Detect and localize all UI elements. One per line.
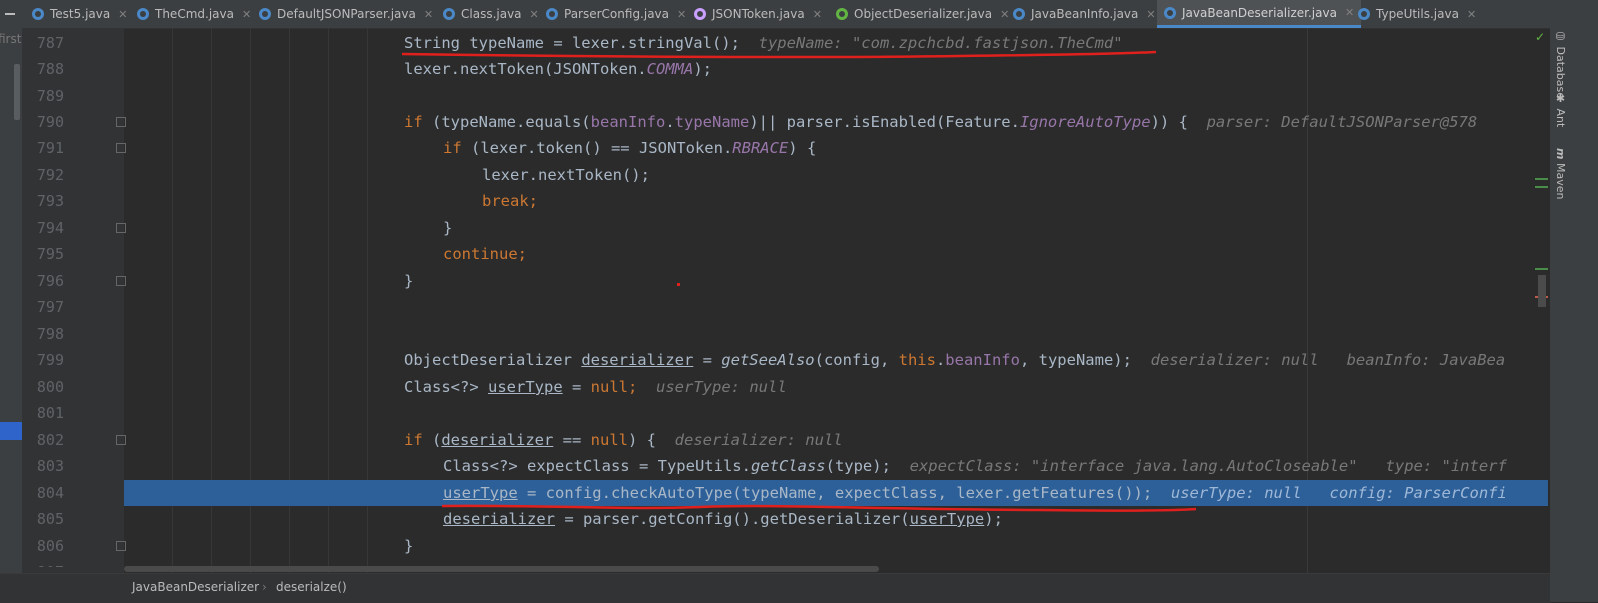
check-icon: ✓ — [1535, 30, 1546, 44]
close-icon[interactable]: ✕ — [1345, 6, 1354, 19]
class-icon — [32, 8, 44, 20]
line-number: 787 — [36, 34, 64, 52]
change-marker — [1535, 268, 1548, 270]
close-icon[interactable]: ✕ — [813, 8, 822, 21]
left-tool-strip: first — [0, 28, 22, 593]
close-icon[interactable]: ✕ — [424, 8, 433, 21]
breadcrumb-class[interactable]: JavaBeanDeserializer — [132, 580, 259, 594]
code-line-795[interactable]: continue; — [124, 241, 1548, 267]
code-line-792[interactable]: lexer.nextToken(); — [124, 162, 1548, 188]
code-line-796[interactable]: } — [124, 268, 1548, 294]
line-number: 791 — [36, 139, 64, 157]
debug-value-hint: expectClass: "interface java.lang.AutoCl… — [909, 457, 1507, 475]
tab-class[interactable]: Class.java ✕ — [443, 0, 539, 28]
ant-icon: ✱ — [1554, 92, 1567, 105]
line-number: 804 — [36, 484, 64, 502]
code-line-794[interactable]: } — [124, 215, 1548, 241]
line-number: 800 — [36, 378, 64, 396]
debug-value-hint: parser: DefaultJSONParser@578 — [1206, 113, 1478, 131]
line-number: 797 — [36, 298, 64, 316]
tab-defaultjsonparser[interactable]: DefaultJSONParser.java ✕ — [259, 0, 433, 28]
code-line-806[interactable]: } — [124, 533, 1548, 559]
line-number: 793 — [36, 192, 64, 210]
class-icon — [259, 8, 271, 20]
debug-value-hint: deserializer: null — [674, 431, 843, 449]
interface-icon — [836, 8, 848, 20]
line-number: 788 — [36, 60, 64, 78]
change-marker — [1535, 178, 1548, 180]
editor-tab-bar: Test5.java ✕ TheCmd.java ✕ DefaultJSONPars… — [0, 0, 1598, 29]
line-number: 792 — [36, 166, 64, 184]
line-number: 802 — [36, 431, 64, 449]
line-number: 798 — [36, 325, 64, 343]
debug-value-hint: userType: null config: ParserConfi — [1170, 484, 1507, 502]
line-number: 801 — [36, 404, 64, 422]
tabbar-menu-icon[interactable] — [5, 13, 15, 15]
annotation-dot — [677, 283, 680, 286]
scroll-thumb[interactable] — [1538, 275, 1546, 307]
close-icon[interactable]: ✕ — [1467, 8, 1476, 21]
tool-window-ant[interactable]: ✱ Ant — [1554, 92, 1567, 127]
close-icon[interactable]: ✕ — [1146, 8, 1155, 21]
tab-thecmd[interactable]: TheCmd.java ✕ — [137, 0, 251, 28]
line-number: 794 — [36, 219, 64, 237]
code-line-803[interactable]: Class<?> expectClass = TypeUtils.getClas… — [124, 453, 1548, 479]
close-icon[interactable]: ✕ — [242, 8, 251, 21]
class-icon — [1358, 8, 1370, 20]
code-line-790[interactable]: if (typeName.equals(beanInfo.typeName)||… — [124, 109, 1548, 135]
annotation-underline — [441, 504, 1197, 512]
code-line-793[interactable]: break; — [124, 188, 1548, 214]
close-icon[interactable]: ✕ — [1000, 8, 1009, 21]
enum-icon — [694, 8, 706, 20]
tool-window-database[interactable]: ⛁ Database — [1554, 30, 1567, 99]
tab-test5[interactable]: Test5.java ✕ — [32, 0, 127, 28]
code-line-791[interactable]: if (lexer.token() == JSONToken.RBRACE) { — [124, 135, 1548, 161]
line-number: 807 — [22, 559, 64, 567]
line-number: 799 — [36, 351, 64, 369]
breadcrumb-method[interactable]: deserialze() — [276, 580, 347, 594]
tab-typeutils[interactable]: TypeUtils.java ✕ — [1358, 0, 1476, 28]
line-number: 789 — [36, 87, 64, 105]
close-icon[interactable]: ✕ — [530, 8, 539, 21]
breadcrumb: JavaBeanDeserializer › deserialze() — [0, 573, 1550, 603]
line-number: 790 — [36, 113, 64, 131]
database-icon: ⛁ — [1554, 30, 1567, 43]
line-number: 796 — [36, 272, 64, 290]
class-icon — [443, 8, 455, 20]
close-icon[interactable]: ✕ — [118, 8, 127, 21]
tab-javabeaninfo[interactable]: JavaBeanInfo.java ✕ — [1013, 0, 1156, 28]
tab-jsontoken[interactable]: JSONToken.java ✕ — [694, 0, 822, 28]
line-number: 795 — [36, 245, 64, 263]
class-icon — [1164, 6, 1176, 19]
code-line-800[interactable]: Class<?> userType = null; userType: null — [124, 374, 1548, 400]
tool-window-maven[interactable]: m Maven — [1554, 148, 1567, 199]
class-icon — [546, 8, 558, 20]
maven-icon: m — [1554, 148, 1567, 160]
debug-value-hint: userType: null — [656, 378, 787, 396]
left-panel-selection — [0, 422, 22, 440]
breadcrumb-separator-icon: › — [262, 580, 267, 594]
annotation-underline — [401, 50, 1157, 59]
line-number: 806 — [36, 537, 64, 555]
class-icon — [1013, 8, 1025, 20]
tab-javabeandeserializer[interactable]: JavaBeanDeserializer.java ✕ — [1157, 0, 1362, 28]
close-icon[interactable]: ✕ — [677, 8, 686, 21]
line-number: 803 — [36, 457, 64, 475]
tab-objectdeserializer[interactable]: ObjectDeserializer.java ✕ — [836, 0, 1009, 28]
tab-parserconfig[interactable]: ParserConfig.java ✕ — [546, 0, 686, 28]
code-line-799[interactable]: ObjectDeserializer deserializer = getSee… — [124, 347, 1548, 373]
line-number: 805 — [36, 510, 64, 528]
debug-value-hint: deserializer: null beanInfo: JavaBea — [1150, 351, 1506, 369]
code-line-802[interactable]: if (deserializer == null) { deserializer… — [124, 427, 1548, 453]
change-marker — [1535, 186, 1548, 188]
horizontal-scrollbar[interactable] — [124, 566, 879, 572]
left-panel-label: first — [0, 32, 22, 46]
class-icon — [137, 8, 149, 20]
left-panel-scrollbar[interactable] — [14, 64, 20, 120]
